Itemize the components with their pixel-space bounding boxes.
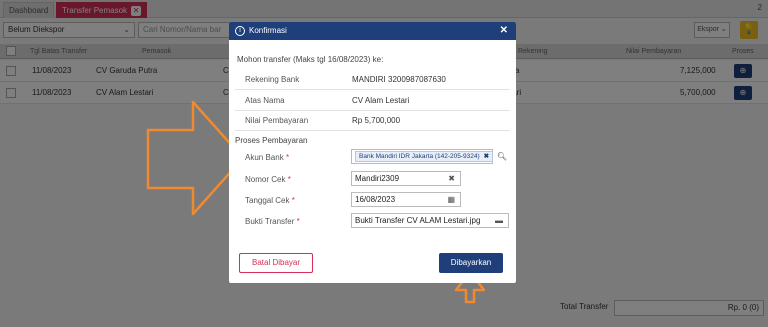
divider (235, 89, 510, 90)
bank-account-field-text: Akun Bank (245, 153, 284, 162)
clear-icon[interactable]: ✖ (448, 172, 455, 185)
payment-section-title: Proses Pembayaran (235, 136, 308, 145)
clear-selection-icon[interactable]: ✖ (484, 153, 489, 160)
required-mark: * (296, 217, 300, 226)
transfer-proof-value: Bukti Transfer CV ALAM Lestari.jpg (355, 216, 481, 225)
dialog-header: i Konfirmasi ✕ (229, 22, 516, 40)
cheque-date-text: Tanggal Cek (245, 196, 290, 205)
cancel-payment-button[interactable]: Batal Dibayar (239, 253, 313, 273)
cheque-date-input[interactable]: 16/08/2023 ▦ (351, 192, 461, 207)
cheque-number-input[interactable]: Mandiri2309 ✖ (351, 171, 461, 186)
bank-account-select[interactable]: Bank Mandiri IDR Jakarta (142-205-9324) ✖ (351, 149, 494, 164)
bank-account-label: Rekening Bank (245, 75, 300, 84)
required-mark: * (285, 153, 290, 162)
bank-account-field-label: Akun Bank * (245, 153, 289, 162)
account-holder-value: CV Alam Lestari (352, 96, 410, 105)
payment-amount-label: Nilai Pembayaran (245, 116, 309, 125)
close-icon[interactable]: ✕ (500, 22, 508, 40)
payment-amount-value: Rp 5,700,000 (352, 116, 401, 125)
required-mark: * (287, 175, 291, 184)
transfer-proof-label: Bukti Transfer * (245, 217, 300, 226)
search-icon[interactable]: 🔍︎ (495, 149, 509, 164)
cheque-number-value: Mandiri2309 (355, 174, 400, 183)
info-icon: i (235, 26, 245, 36)
required-mark: * (291, 196, 295, 205)
calendar-icon[interactable]: ▦ (447, 193, 455, 206)
transfer-proof-file-input[interactable]: Bukti Transfer CV ALAM Lestari.jpg ▬ (351, 213, 509, 228)
cheque-date-value: 16/08/2023 (355, 195, 396, 204)
cheque-number-label: Nomor Cek * (245, 175, 291, 184)
transfer-proof-text: Bukti Transfer (245, 217, 295, 226)
divider (235, 130, 510, 131)
transfer-instruction: Mohon transfer (Maks tgl 16/08/2023) ke: (237, 55, 384, 64)
selected-bank-text: Bank Mandiri IDR Jakarta (142-205-9324) (359, 153, 480, 160)
divider (235, 110, 510, 111)
account-holder-label: Atas Nama (245, 96, 285, 105)
cheque-date-label: Tanggal Cek * (245, 196, 295, 205)
cheque-number-text: Nomor Cek (245, 175, 286, 184)
folder-icon[interactable]: ▬ (495, 214, 503, 227)
mark-paid-button[interactable]: Dibayarkan (439, 253, 503, 273)
dialog-title: Konfirmasi (249, 26, 287, 35)
bank-account-value: MANDIRI 3200987087630 (352, 75, 446, 84)
confirmation-dialog: i Konfirmasi ✕ Mohon transfer (Maks tgl … (229, 22, 516, 283)
selected-bank-chip: Bank Mandiri IDR Jakarta (142-205-9324) ✖ (355, 151, 494, 162)
